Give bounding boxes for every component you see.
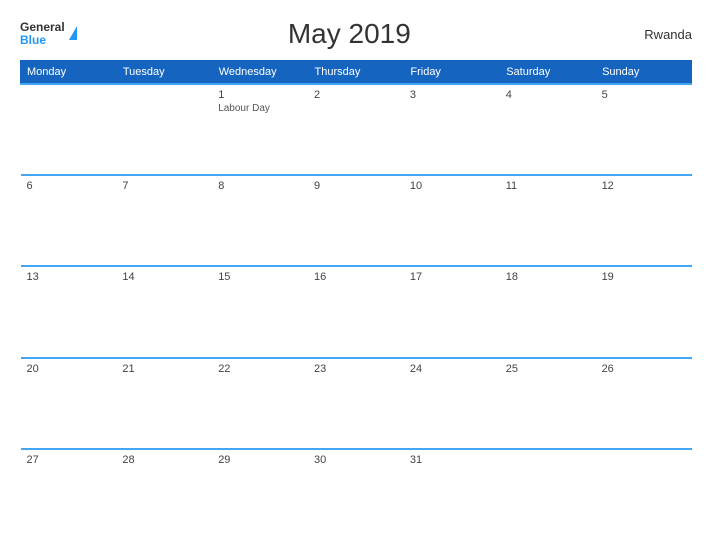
day-header-thursday: Thursday [308,61,404,85]
calendar-cell: 24 [404,358,500,449]
day-header-sunday: Sunday [596,61,692,85]
calendar-cell [596,449,692,540]
day-number: 6 [27,180,111,192]
day-number: 4 [506,89,590,101]
week-row-1: 1 Labour Day 2345 [21,84,692,175]
day-header-friday: Friday [404,61,500,85]
calendar-cell: 8 [212,175,308,266]
day-number: 8 [218,180,302,192]
week-row-5: 27 28 29 30 31 [21,449,692,540]
calendar-cell: 21 [116,358,212,449]
calendar-title: May 2019 [77,18,622,50]
logo-triangle-icon [69,26,77,40]
day-number: 2 [314,89,398,101]
calendar-cell: 11 [500,175,596,266]
calendar-cell: 23 [308,358,404,449]
week-row-2: 6789 10 11 12 [21,175,692,266]
day-number: 3 [410,89,494,101]
day-number: 12 [602,180,686,192]
day-number: 31 [410,454,494,466]
day-number: 18 [506,271,590,283]
days-header-row: MondayTuesdayWednesdayThursdayFridaySatu… [21,61,692,85]
day-number: 13 [27,271,111,283]
calendar-page: General Blue May 2019 Rwanda MondayTuesd… [0,0,712,550]
calendar-cell: 20 [21,358,117,449]
day-number: 21 [122,363,206,375]
calendar-cell: 26 [596,358,692,449]
day-number: 26 [602,363,686,375]
calendar-cell [21,84,117,175]
day-number: 11 [506,180,590,192]
calendar-cell: 31 [404,449,500,540]
calendar-cell: 22 [212,358,308,449]
day-number: 30 [314,454,398,466]
day-number: 25 [506,363,590,375]
calendar-cell: 29 [212,449,308,540]
calendar-cell: 16 [308,266,404,357]
calendar-cell: 7 [116,175,212,266]
calendar-cell: 10 [404,175,500,266]
day-header-wednesday: Wednesday [212,61,308,85]
day-number: 5 [602,89,686,101]
holiday-name: Labour Day [218,103,302,114]
calendar-cell: 2 [308,84,404,175]
day-number: 9 [314,180,398,192]
calendar-cell [500,449,596,540]
calendar-cell [116,84,212,175]
header: General Blue May 2019 Rwanda [20,18,692,50]
day-number: 7 [122,180,206,192]
day-number: 27 [27,454,111,466]
day-number: 28 [122,454,206,466]
logo-text: General Blue [20,21,65,47]
logo: General Blue [20,21,77,47]
day-header-tuesday: Tuesday [116,61,212,85]
calendar-table: MondayTuesdayWednesdayThursdayFridaySatu… [20,60,692,540]
calendar-cell: 17 [404,266,500,357]
logo-blue: Blue [20,34,65,47]
calendar-cell: 28 [116,449,212,540]
week-row-3: 13 14 15 16 17 18 19 [21,266,692,357]
calendar-cell: 12 [596,175,692,266]
calendar-cell: 3 [404,84,500,175]
day-number: 14 [122,271,206,283]
day-number: 24 [410,363,494,375]
week-row-4: 20 21 22 23 24 25 26 [21,358,692,449]
day-number: 29 [218,454,302,466]
day-number: 20 [27,363,111,375]
calendar-cell: 13 [21,266,117,357]
calendar-cell: 19 [596,266,692,357]
calendar-cell: 30 [308,449,404,540]
day-number: 10 [410,180,494,192]
day-header-saturday: Saturday [500,61,596,85]
day-number: 17 [410,271,494,283]
day-number: 15 [218,271,302,283]
day-number: 1 [218,89,302,101]
day-number: 16 [314,271,398,283]
calendar-cell: 4 [500,84,596,175]
calendar-cell: 6 [21,175,117,266]
country-label: Rwanda [622,27,692,42]
day-header-monday: Monday [21,61,117,85]
calendar-cell: 9 [308,175,404,266]
day-number: 19 [602,271,686,283]
calendar-cell: 18 [500,266,596,357]
calendar-cell: 1 Labour Day [212,84,308,175]
calendar-cell: 27 [21,449,117,540]
calendar-cell: 15 [212,266,308,357]
calendar-cell: 25 [500,358,596,449]
day-number: 23 [314,363,398,375]
calendar-cell: 14 [116,266,212,357]
calendar-cell: 5 [596,84,692,175]
day-number: 22 [218,363,302,375]
